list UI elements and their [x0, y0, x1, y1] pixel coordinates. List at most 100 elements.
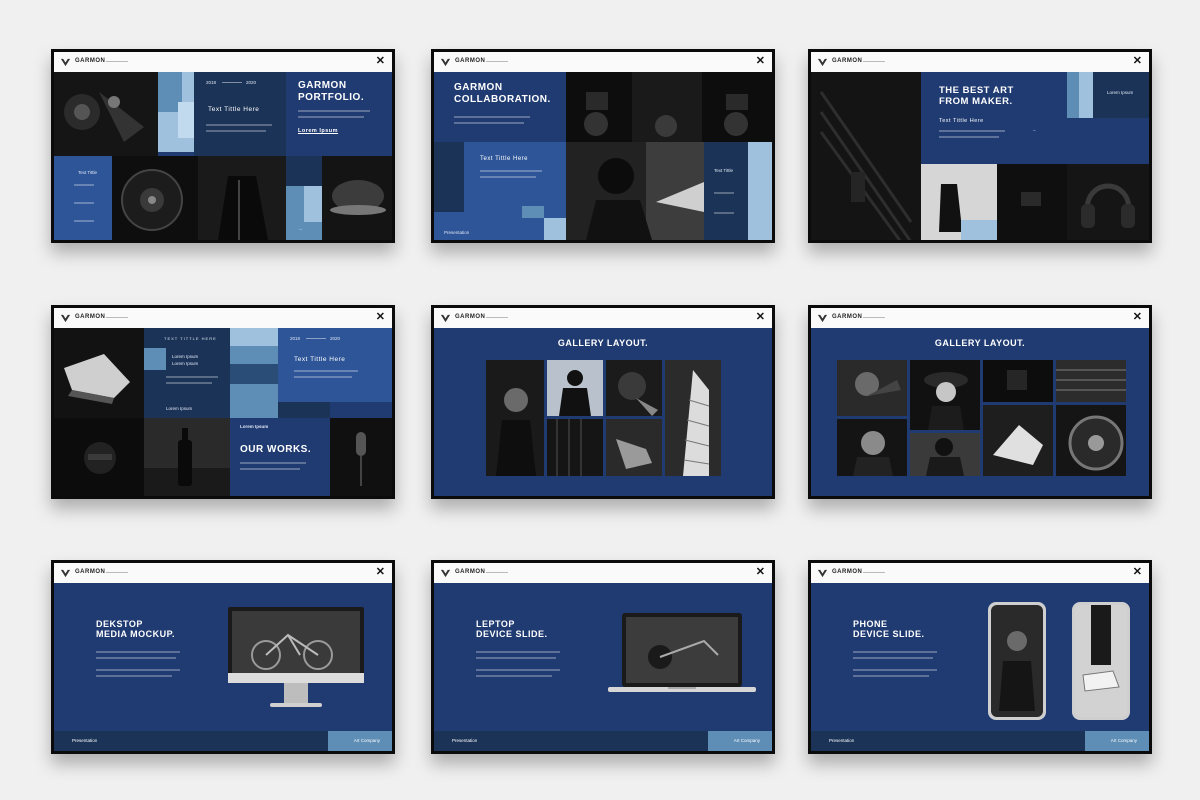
gallery-photo: [547, 419, 603, 476]
close-icon[interactable]: ✕: [756, 55, 765, 68]
side-label: Text Tittle: [78, 170, 98, 175]
slide-content: DEKSTOP MEDIA MOCKUP. Presentation Art C…: [54, 583, 392, 751]
small-label: Lorem Ipsum: [172, 354, 199, 359]
slide-title-line-1: DEKSTOP: [96, 619, 143, 629]
footer-right-label: Art Company: [353, 738, 380, 743]
color-block: [230, 328, 278, 346]
link-text[interactable]: Lorem Ipsum: [166, 406, 192, 411]
motorcycle-photo: [54, 72, 158, 156]
jacket-photo: [198, 156, 286, 240]
close-icon[interactable]: ✕: [376, 311, 385, 324]
slide-gallery-layout-2[interactable]: GARMON ✕ GALLERY LAYOUT.: [808, 305, 1152, 499]
text-panel: [54, 156, 112, 240]
slide-topbar: GARMON ✕: [434, 563, 772, 583]
color-block: [1067, 118, 1149, 164]
text-line: [476, 675, 552, 677]
slide-title: GALLERY LAYOUT.: [934, 338, 1026, 348]
slide-title-line-1: GARMON: [454, 82, 503, 93]
slide-content: TEXT TITTLE HERE Lorem Ipsum Lorem Ipsum…: [54, 328, 392, 496]
text-line: [939, 130, 1005, 132]
text-line: [240, 462, 306, 464]
gallery-photo: [1056, 405, 1126, 476]
slide-title: THE BEST ART FROM MAKER.: [939, 85, 1014, 108]
footer-right-label: Art Company: [1110, 738, 1137, 743]
slide-content: THE BEST ART FROM MAKER. Text Tittle Her…: [811, 72, 1149, 240]
garmon-v-logo-icon: [440, 569, 451, 578]
close-icon[interactable]: ✕: [756, 311, 765, 324]
garmon-v-logo-icon: [60, 569, 71, 578]
slide-footer: Presentation Art Company: [434, 731, 772, 751]
sneaker-photo: [322, 156, 392, 240]
footer-left-label: Presentation: [829, 738, 855, 743]
slide-topbar: GARMON ✕: [434, 308, 772, 328]
footer-left-label: Presentation: [452, 738, 478, 743]
slide-content: LEPTOP DEVICE SLIDE. Presentation Art Co…: [434, 583, 772, 751]
garmon-v-logo-icon: [817, 314, 828, 323]
slide-best-art[interactable]: GARMON ✕ THE BEST ART FROM MAKER. Text T…: [808, 49, 1152, 243]
slide-title: GALLERY LAYOUT.: [557, 338, 649, 348]
year-divider: [306, 338, 326, 339]
arrow-icon[interactable]: →: [298, 226, 303, 231]
slide-title-line-2: MEDIA MOCKUP.: [96, 629, 176, 640]
color-block: [278, 402, 330, 418]
link-text[interactable]: Lorem Ipsum: [298, 128, 338, 134]
slide-our-works[interactable]: GARMON ✕ TEXT TITTLE HERE Lorem Ipsum Lo…: [51, 305, 395, 499]
small-label: Lorem Ipsum: [172, 361, 199, 366]
gallery-photo: [837, 360, 907, 416]
text-line: [298, 110, 370, 112]
garmon-v-logo-icon: [440, 314, 451, 323]
laptop-mockup: [608, 611, 756, 695]
slide-title-line-2: FROM MAKER.: [939, 95, 1013, 107]
slide-gallery-layout-1[interactable]: GARMON ✕ GALLERY LAYOUT.: [431, 305, 775, 499]
gallery-photo: [983, 360, 1053, 402]
slide-topbar: GARMON ✕: [811, 308, 1149, 328]
slide-content: GARMON COLLABORATION. Text Tittle Here P…: [434, 72, 772, 240]
color-block: [1093, 72, 1149, 118]
slide-content: PHONE DEVICE SLIDE. Presentation Art Com…: [811, 583, 1149, 751]
tagline-line: [486, 572, 508, 573]
panel-subtitle: Text Tittle Here: [939, 118, 984, 124]
text-line: [294, 370, 358, 372]
slide-garmon-collaboration[interactable]: GARMON ✕ GARMON COLLABORATION. Text Titt…: [431, 49, 775, 243]
text-line: [480, 176, 536, 178]
year-divider: [222, 82, 242, 83]
close-icon[interactable]: ✕: [1133, 311, 1142, 324]
text-line: [96, 675, 172, 677]
color-block: [1079, 72, 1093, 118]
dark-object-photo: [997, 164, 1067, 240]
garmon-v-logo-icon: [440, 58, 451, 67]
text-line: [166, 376, 218, 378]
slide-desktop-mockup[interactable]: GARMON ✕ DEKSTOP MEDIA MOCKUP. Presentat…: [51, 560, 395, 754]
color-block: [1067, 72, 1079, 118]
close-icon[interactable]: ✕: [376, 55, 385, 68]
close-icon[interactable]: ✕: [756, 566, 765, 579]
text-line: [96, 669, 180, 671]
year-end: 2020: [246, 80, 257, 85]
close-icon[interactable]: ✕: [376, 566, 385, 579]
tagline-line: [106, 317, 128, 318]
gallery-photo: [606, 360, 662, 416]
garmon-v-logo-icon: [817, 569, 828, 578]
footer-left-label: Presentation: [72, 738, 98, 743]
garmon-v-logo-icon: [60, 58, 71, 67]
slide-laptop-device[interactable]: GARMON ✕ LEPTOP DEVICE SLIDE. Presentati…: [431, 560, 775, 754]
close-icon[interactable]: ✕: [1133, 566, 1142, 579]
arrow-icon[interactable]: →: [935, 226, 940, 231]
close-icon[interactable]: ✕: [1133, 55, 1142, 68]
slide-garmon-portfolio[interactable]: GARMON ✕ 2018 2020 Text Tittle Here GARM…: [51, 49, 395, 243]
color-block: [304, 186, 322, 222]
tagline-line: [486, 61, 508, 62]
motorcycles-photo: [566, 72, 772, 142]
wheel-photo: [112, 156, 198, 240]
gallery-photo: [665, 360, 721, 476]
gallery-photo: [547, 360, 603, 416]
slide-content: 2018 2020 Text Tittle Here GARMON PORTFO…: [54, 72, 392, 240]
helmet-photo: [54, 418, 144, 496]
link-text[interactable]: Lorem Ipsum: [240, 424, 268, 429]
color-block: [144, 348, 166, 370]
slide-title-line-2: COLLABORATION.: [454, 93, 551, 105]
slide-content: GALLERY LAYOUT.: [811, 328, 1149, 496]
brand-name: GARMON: [75, 58, 106, 64]
slide-phone-device[interactable]: GARMON ✕ PHONE DEVICE SLIDE. Presentatio…: [808, 560, 1152, 754]
text-line: [206, 130, 266, 132]
